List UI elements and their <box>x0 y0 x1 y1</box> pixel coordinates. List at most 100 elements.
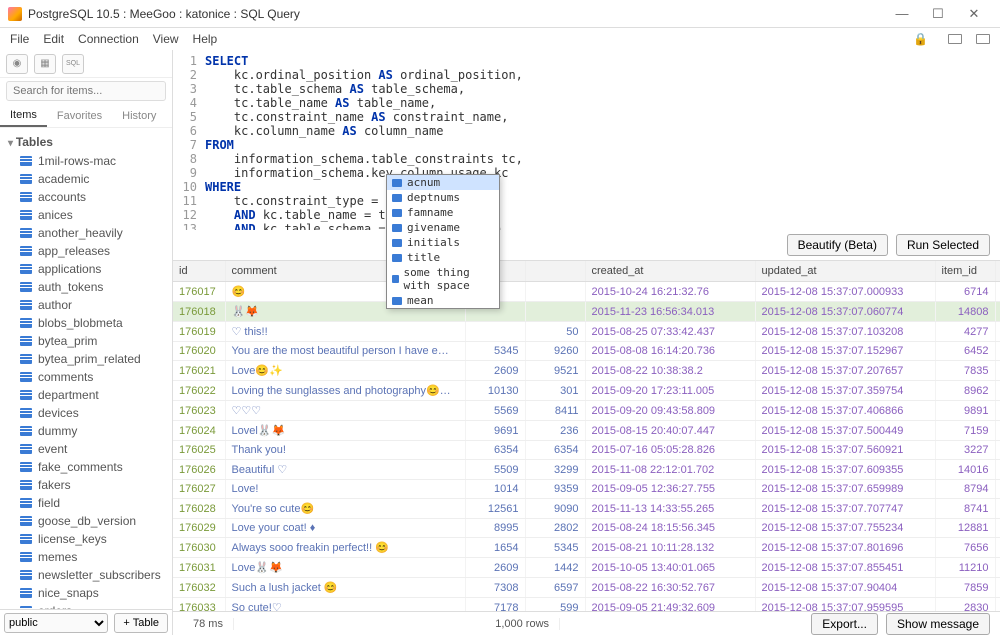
minimize-button[interactable]: — <box>884 4 920 24</box>
table-icon <box>20 246 32 256</box>
battery-icon <box>948 34 962 44</box>
status-time: 78 ms <box>183 618 234 630</box>
table-item[interactable]: comments <box>6 368 170 386</box>
autocomplete-item[interactable]: famname <box>387 205 499 220</box>
table-item[interactable]: bytea_prim <box>6 332 170 350</box>
col-header[interactable]: updated_at <box>755 261 935 282</box>
col-header[interactable]: item_id <box>935 261 995 282</box>
table-item[interactable]: fake_comments <box>6 458 170 476</box>
tab-favorites[interactable]: Favorites <box>47 106 112 126</box>
table-row[interactable]: 176032 Such a lush jacket 😊 7308 6597 20… <box>173 578 1000 598</box>
col-header[interactable] <box>525 261 585 282</box>
col-header[interactable]: created_at <box>585 261 755 282</box>
table-row[interactable]: 176022 Loving the sunglasses and photogr… <box>173 381 1000 401</box>
table-row[interactable]: 176019 ♡ this!! 50 2015-08-25 07:33:42.4… <box>173 322 1000 342</box>
column-icon <box>392 179 402 187</box>
menu-help[interactable]: Help <box>193 32 218 46</box>
table-row[interactable]: 176017 😊 2015-10-24 16:21:32.76 2015-12-… <box>173 282 1000 302</box>
table-icon <box>20 354 32 364</box>
table-item[interactable]: newsletter_subscribers <box>6 566 170 584</box>
autocomplete-item[interactable]: givename <box>387 220 499 235</box>
table-item[interactable]: devices <box>6 404 170 422</box>
table-icon <box>20 426 32 436</box>
table-item[interactable]: orders <box>6 602 170 609</box>
autocomplete-item[interactable]: acnum <box>387 175 499 190</box>
table-item[interactable]: nice_snaps <box>6 584 170 602</box>
table-item[interactable]: applications <box>6 260 170 278</box>
table-row[interactable]: 176025 Thank you! 6354 6354 2015-07-16 0… <box>173 441 1000 460</box>
table-icon <box>20 606 32 609</box>
table-item[interactable]: bytea_prim_related <box>6 350 170 368</box>
sql-editor[interactable]: 1SELECT2 kc.ordinal_position AS ordinal_… <box>173 50 1000 230</box>
menu-view[interactable]: View <box>153 32 179 46</box>
table-item[interactable]: auth_tokens <box>6 278 170 296</box>
autocomplete-item[interactable]: mean <box>387 293 499 308</box>
table-item[interactable]: accounts <box>6 188 170 206</box>
col-header[interactable]: disable <box>995 261 1000 282</box>
table-icon <box>20 318 32 328</box>
table-item[interactable]: 1mil-rows-mac <box>6 152 170 170</box>
table-row[interactable]: 176028 You're so cute😊 12561 9090 2015-1… <box>173 499 1000 519</box>
results-grid[interactable]: idcommentcreated_atupdated_atitem_iddisa… <box>173 260 1000 611</box>
menu-file[interactable]: File <box>10 32 29 46</box>
run-selected-button[interactable]: Run Selected <box>896 234 990 256</box>
table-row[interactable]: 176029 Love your coat! ♦ 8995 2802 2015-… <box>173 519 1000 538</box>
table-item[interactable]: event <box>6 440 170 458</box>
autocomplete-item[interactable]: title <box>387 250 499 265</box>
table-item[interactable]: dummy <box>6 422 170 440</box>
table-row[interactable]: 176021 Love😊✨ 2609 9521 2015-08-22 10:38… <box>173 361 1000 381</box>
table-icon <box>20 264 32 274</box>
window-title: PostgreSQL 10.5 : MeeGoo : katonice : SQ… <box>28 7 884 21</box>
table-item[interactable]: memes <box>6 548 170 566</box>
schema-select[interactable]: public <box>4 613 108 633</box>
tool-sql-icon[interactable]: SQL <box>62 54 84 74</box>
table-item[interactable]: blobs_blobmeta <box>6 314 170 332</box>
table-icon <box>20 444 32 454</box>
table-item[interactable]: anices <box>6 206 170 224</box>
table-row[interactable]: 176027 Love! 1014 9359 2015-09-05 12:36:… <box>173 480 1000 499</box>
table-row[interactable]: 176026 Beautiful ♡ 5509 3299 2015-11-08 … <box>173 460 1000 480</box>
table-row[interactable]: 176033 So cute!♡ 7178 599 2015-09-05 21:… <box>173 598 1000 612</box>
search-input[interactable] <box>6 81 166 101</box>
tab-history[interactable]: History <box>112 106 166 126</box>
table-item[interactable]: license_keys <box>6 530 170 548</box>
table-item[interactable]: another_heavily <box>6 224 170 242</box>
sidebar-toolbar: ◉ ▦ SQL <box>0 50 172 78</box>
table-item[interactable]: department <box>6 386 170 404</box>
table-item[interactable]: field <box>6 494 170 512</box>
col-header[interactable]: id <box>173 261 225 282</box>
show-message-button[interactable]: Show message <box>886 613 990 635</box>
table-item[interactable]: goose_db_version <box>6 512 170 530</box>
app-icon <box>8 7 22 21</box>
beautify-button[interactable]: Beautify (Beta) <box>787 234 888 256</box>
menu-connection[interactable]: Connection <box>78 32 139 46</box>
tool-grid-icon[interactable]: ▦ <box>34 54 56 74</box>
autocomplete-popup[interactable]: acnumdeptnumsfamnamegivenameinitialstitl… <box>386 174 500 309</box>
autocomplete-item[interactable]: deptnums <box>387 190 499 205</box>
autocomplete-item[interactable]: some thing with space <box>387 265 499 293</box>
table-icon <box>20 174 32 184</box>
maximize-button[interactable]: ☐ <box>920 4 956 24</box>
lock-icon: 🔒 <box>913 32 928 46</box>
table-item[interactable]: author <box>6 296 170 314</box>
table-item[interactable]: app_releases <box>6 242 170 260</box>
table-row[interactable]: 176024 Lovel🐰🦊 9691 236 2015-08-15 20:40… <box>173 421 1000 441</box>
export-button[interactable]: Export... <box>811 613 878 635</box>
add-table-button[interactable]: + Table <box>114 613 168 633</box>
table-icon <box>20 192 32 202</box>
table-row[interactable]: 176031 Love🐰🦊 2609 1442 2015-10-05 13:40… <box>173 558 1000 578</box>
table-row[interactable]: 176020 You are the most beautiful person… <box>173 342 1000 361</box>
tab-items[interactable]: Items <box>0 105 47 127</box>
table-row[interactable]: 176023 ♡♡♡ 5569 8411 2015-09-20 09:43:58… <box>173 401 1000 421</box>
close-button[interactable]: ✕ <box>956 4 992 24</box>
table-item[interactable]: fakers <box>6 476 170 494</box>
menu-edit[interactable]: Edit <box>43 32 64 46</box>
autocomplete-item[interactable]: initials <box>387 235 499 250</box>
tree-group-tables[interactable]: Tables <box>6 132 170 152</box>
tool-arrow-icon[interactable]: ◉ <box>6 54 28 74</box>
table-tree[interactable]: Tables1mil-rows-macacademicaccountsanice… <box>0 128 172 609</box>
table-item[interactable]: academic <box>6 170 170 188</box>
table-row[interactable]: 176018 🐰🦊 2015-11-23 16:56:34.013 2015-1… <box>173 302 1000 322</box>
column-icon <box>392 209 402 217</box>
table-row[interactable]: 176030 Always sooo freakin perfect!! 😊 1… <box>173 538 1000 558</box>
